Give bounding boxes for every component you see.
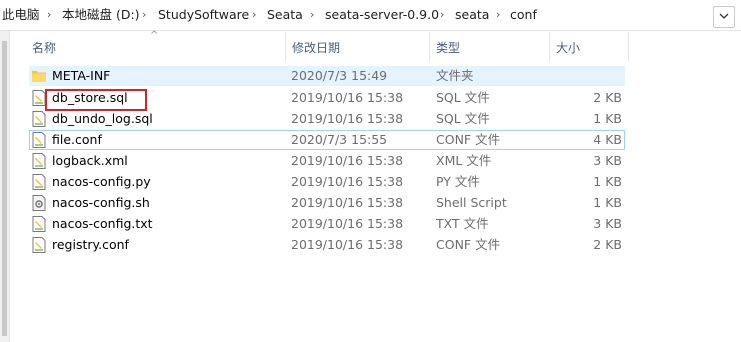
file-row-nacos-config-py[interactable]: nacos-config.py 2019/10/16 15:38 PY 文件 1… <box>29 172 625 192</box>
breadcrumb-seata[interactable]: Seata <box>267 0 303 30</box>
folder-icon <box>32 71 46 82</box>
file-row-logback[interactable]: logback.xml 2019/10/16 15:38 XML 文件 3 KB <box>29 151 625 171</box>
file-modified-date: 2019/10/16 15:38 <box>291 237 404 252</box>
breadcrumb-seata-sub[interactable]: seata <box>455 0 489 30</box>
file-icon <box>32 216 46 232</box>
column-divider[interactable] <box>628 32 629 62</box>
breadcrumb-separator-icon[interactable]: › <box>142 0 146 30</box>
file-type: 文件夹 <box>436 68 474 83</box>
column-header-type[interactable]: 类型 <box>436 36 460 60</box>
breadcrumb-conf[interactable]: conf <box>510 0 537 30</box>
file-type: TXT 文件 <box>436 216 489 231</box>
annotation-highlight-box <box>45 89 147 111</box>
breadcrumb-separator-icon[interactable]: › <box>252 0 256 30</box>
file-name: registry.conf <box>52 237 129 252</box>
breadcrumb-drive-d[interactable]: 本地磁盘 (D:) <box>62 0 140 30</box>
file-modified-date: 2019/10/16 15:38 <box>291 153 404 168</box>
file-name: nacos-config.py <box>52 174 151 189</box>
file-modified-date: 2019/10/16 15:38 <box>291 90 404 105</box>
scrollbar-thumb[interactable] <box>2 41 7 336</box>
file-size: 3 KB <box>593 216 622 231</box>
file-type: SQL 文件 <box>436 90 490 105</box>
breadcrumb-separator-icon[interactable]: › <box>496 0 500 30</box>
file-row-db-undo-log[interactable]: db_undo_log.sql 2019/10/16 15:38 SQL 文件 … <box>29 109 625 129</box>
file-modified-date: 2020/7/3 15:55 <box>291 132 388 147</box>
file-row-registry-conf[interactable]: registry.conf 2019/10/16 15:38 CONF 文件 2… <box>29 235 625 255</box>
file-row-file-conf[interactable]: file.conf 2020/7/3 15:55 CONF 文件 4 KB <box>29 130 625 150</box>
file-size: 1 KB <box>593 111 622 126</box>
breadcrumb-this-pc[interactable]: 此电脑 <box>2 0 40 30</box>
column-header-date[interactable]: 修改日期 <box>292 36 340 60</box>
file-modified-date: 2019/10/16 15:38 <box>291 174 404 189</box>
column-divider[interactable] <box>285 32 286 62</box>
column-header-name[interactable]: 名称 <box>32 36 56 60</box>
file-modified-date: 2019/10/16 15:38 <box>291 216 404 231</box>
file-row-nacos-config-txt[interactable]: nacos-config.txt 2019/10/16 15:38 TXT 文件… <box>29 214 625 234</box>
file-name: db_undo_log.sql <box>52 111 153 126</box>
file-name: META-INF <box>52 68 111 83</box>
file-name: file.conf <box>52 132 102 147</box>
breadcrumb-studysoftware[interactable]: StudySoftware <box>158 0 249 30</box>
file-type: Shell Script <box>436 195 507 210</box>
breadcrumb-separator-icon[interactable]: › <box>440 0 444 30</box>
file-row-nacos-config-sh[interactable]: nacos-config.sh 2019/10/16 15:38 Shell S… <box>29 193 625 213</box>
file-type: PY 文件 <box>436 174 480 189</box>
file-icon <box>32 111 46 127</box>
navigation-pane-scrollbar[interactable] <box>0 31 10 342</box>
file-icon <box>32 90 46 106</box>
breadcrumb-separator-icon[interactable]: › <box>47 0 51 30</box>
file-name: nacos-config.txt <box>52 216 153 231</box>
address-bar[interactable]: 此电脑 › 本地磁盘 (D:) › StudySoftware › Seata … <box>0 0 741 31</box>
file-size: 3 KB <box>593 153 622 168</box>
file-size: 4 KB <box>593 132 622 147</box>
address-history-dropdown[interactable] <box>713 6 735 28</box>
column-divider[interactable] <box>429 32 430 62</box>
file-icon <box>32 132 46 148</box>
column-divider[interactable] <box>549 32 550 62</box>
file-type: SQL 文件 <box>436 111 490 126</box>
file-type: CONF 文件 <box>436 132 501 147</box>
sort-ascending-icon: ^ <box>150 30 159 41</box>
file-icon <box>32 153 46 169</box>
file-modified-date: 2019/10/16 15:38 <box>291 195 404 210</box>
file-type: CONF 文件 <box>436 237 501 252</box>
file-modified-date: 2020/7/3 15:49 <box>291 68 388 83</box>
breadcrumb-seata-server[interactable]: seata-server-0.9.0 <box>325 0 439 30</box>
script-icon <box>32 195 46 211</box>
file-name: nacos-config.sh <box>52 195 150 210</box>
file-size: 2 KB <box>593 237 622 252</box>
file-icon <box>32 237 46 253</box>
file-icon <box>32 174 46 190</box>
file-size: 2 KB <box>593 90 622 105</box>
file-size <box>581 66 622 86</box>
column-header-size[interactable]: 大小 <box>556 36 580 60</box>
file-modified-date: 2019/10/16 15:38 <box>291 111 404 126</box>
breadcrumb-separator-icon[interactable]: › <box>310 0 314 30</box>
file-row-meta-inf[interactable]: META-INF 2020/7/3 15:49 文件夹 <box>29 66 625 86</box>
file-size: 1 KB <box>593 174 622 189</box>
chevron-down-icon <box>719 13 729 19</box>
file-size: 1 KB <box>593 195 622 210</box>
file-type: XML 文件 <box>436 153 492 168</box>
file-name: logback.xml <box>52 153 128 168</box>
